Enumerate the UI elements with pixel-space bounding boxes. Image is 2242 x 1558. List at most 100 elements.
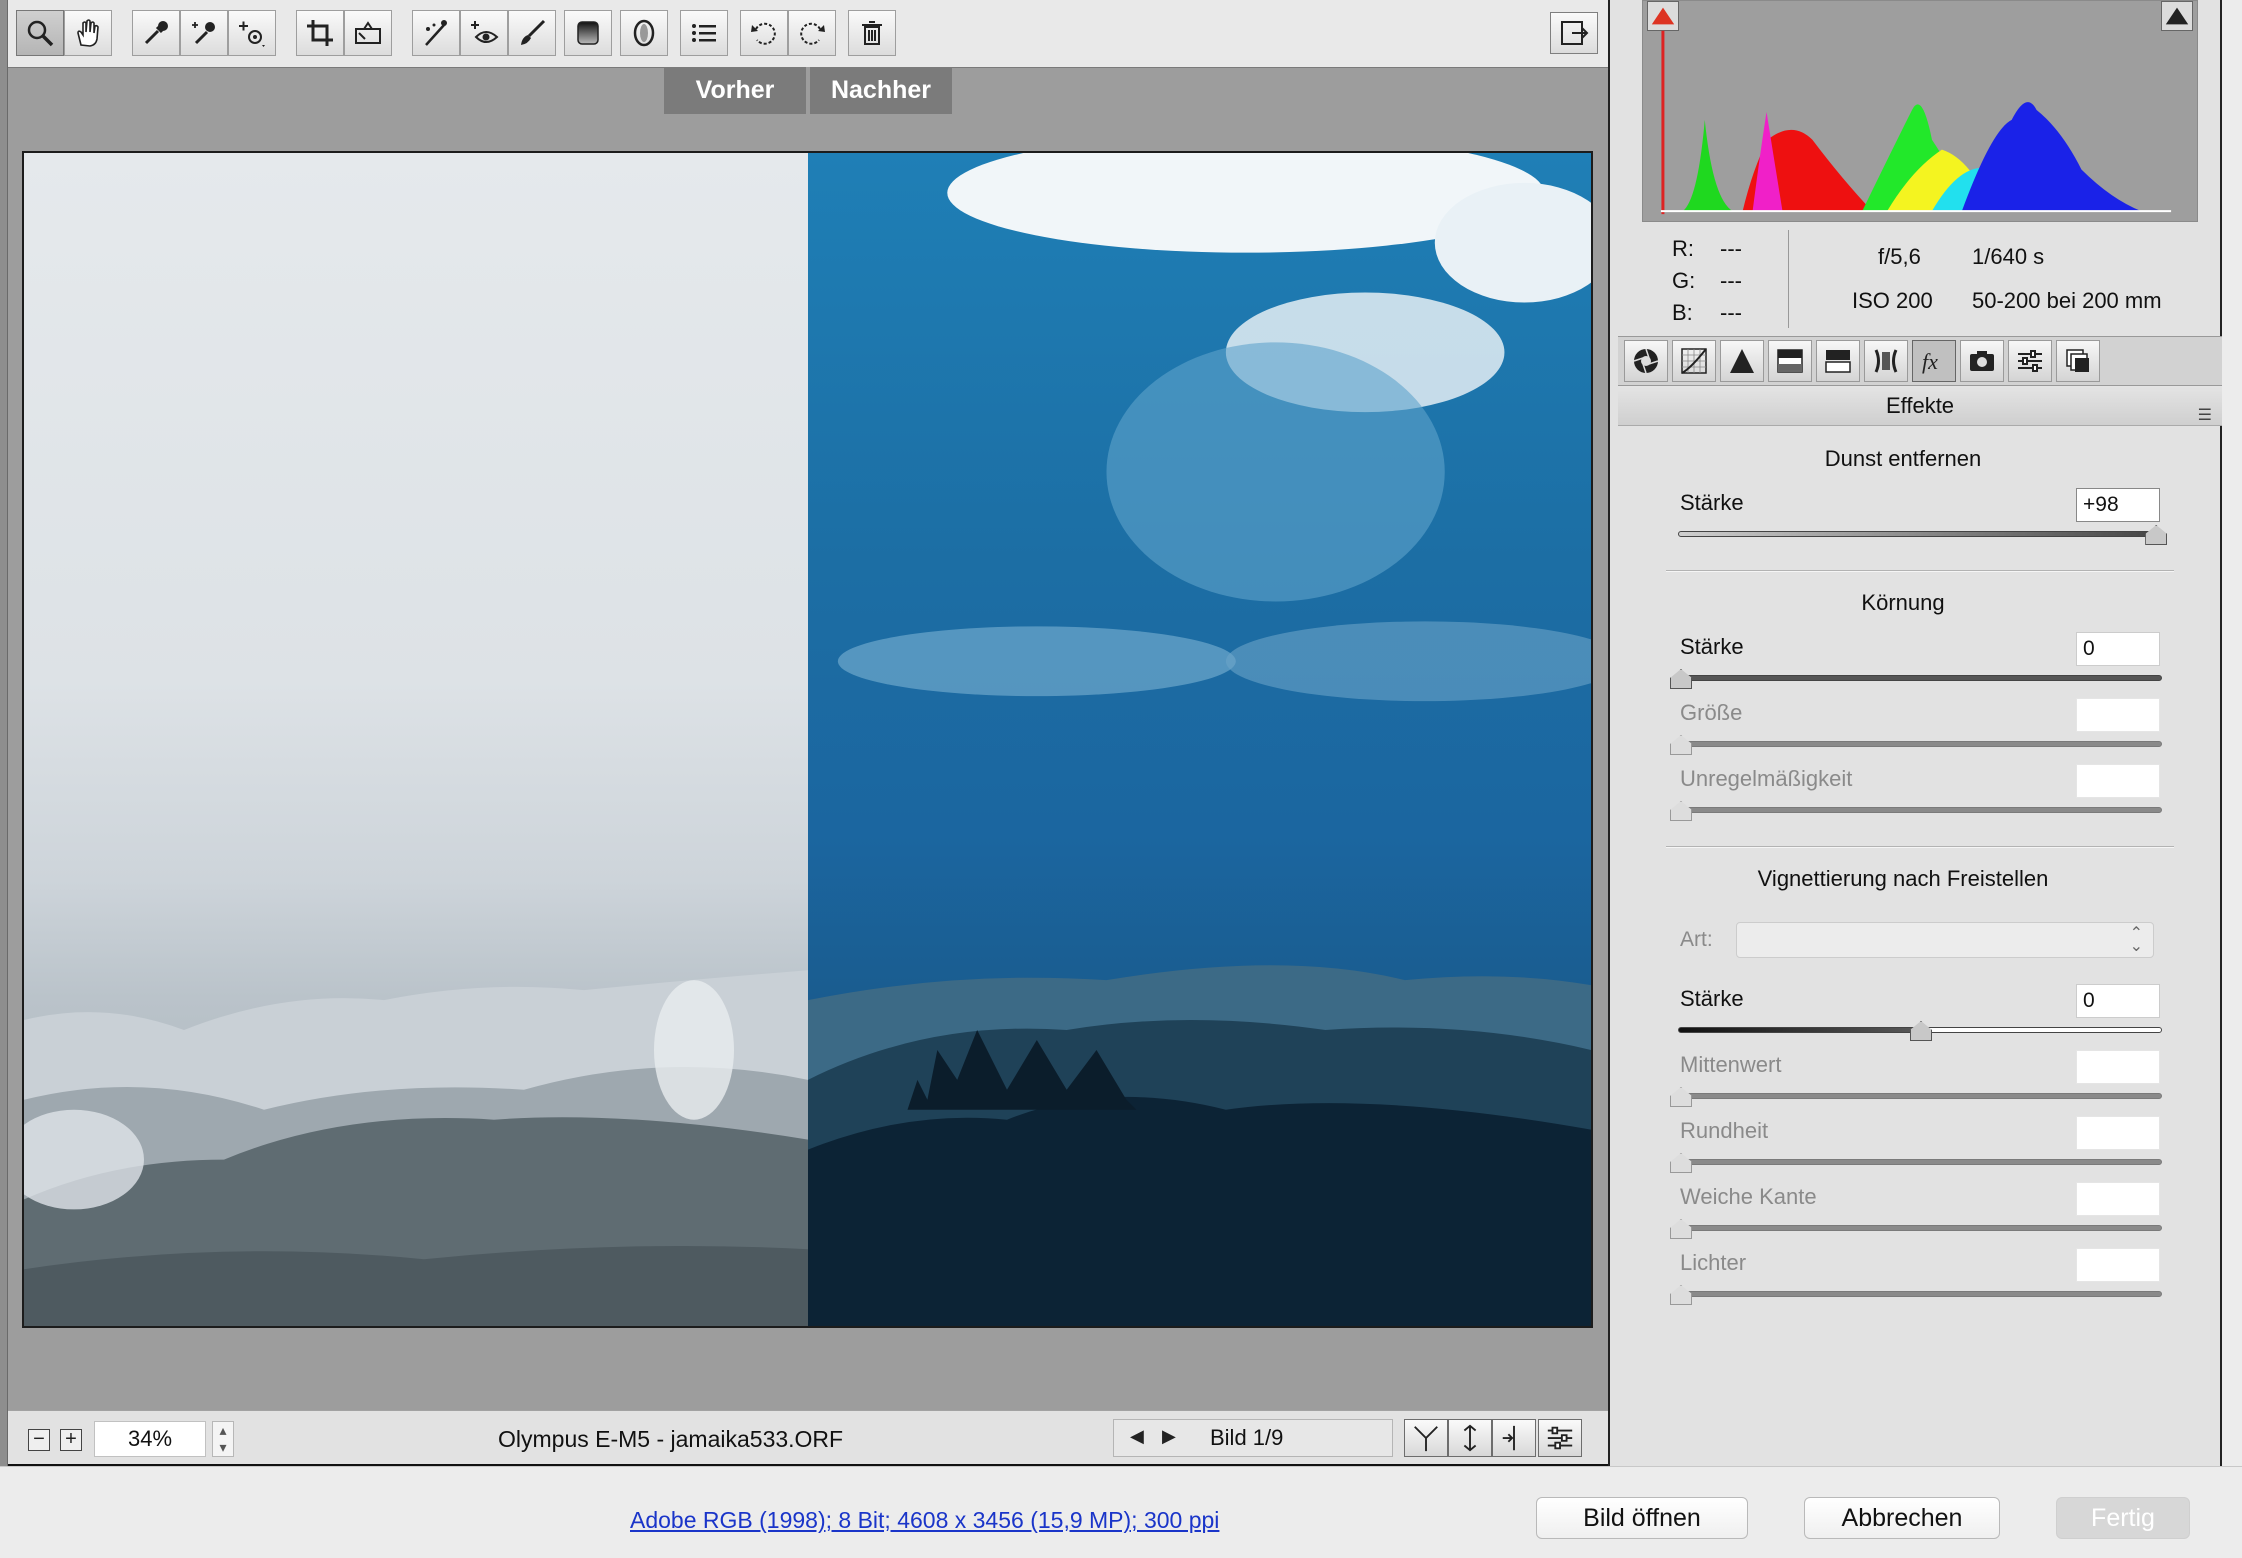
spot-removal-tool-button[interactable] [412,10,460,56]
svg-text:fx: fx [1922,349,1938,374]
list-icon [692,24,716,42]
red-eye-tool-button[interactable] [460,10,508,56]
grain-amount-field[interactable]: 0 [2076,632,2160,666]
before-after-labels: Vorher Nachher [664,67,952,114]
before-after-view-button[interactable] [1404,1419,1448,1457]
crop-tool-button[interactable] [296,10,344,56]
image-count: Bild 1/9 [1210,1425,1284,1450]
vignette-amount-field[interactable]: 0 [2076,984,2160,1018]
before-image [24,153,808,1326]
open-image-button[interactable]: Bild öffnen [1536,1497,1748,1539]
histogram [1642,0,2198,222]
tab-lens-corrections[interactable] [1864,340,1908,382]
tab-basic[interactable] [1624,340,1668,382]
vignette-highlights-thumb [1670,1285,1690,1303]
tab-presets[interactable] [2008,340,2052,382]
hand-icon [77,19,99,47]
adjustment-brush-tool-button[interactable] [508,10,556,56]
swap-settings-button[interactable] [1448,1419,1492,1457]
rotate-left-button[interactable] [740,10,788,56]
zoom-tool-button[interactable] [16,10,64,56]
section-divider [1666,846,2174,848]
target-adjustment-tool-button[interactable] [228,10,276,56]
crop-icon [307,20,333,46]
split-toning-icon [1825,350,1851,373]
sliders-icon [1547,1426,1573,1450]
copy-settings-icon [1502,1425,1515,1451]
presets-list-button[interactable] [680,10,728,56]
grain-size-thumb [1670,735,1690,753]
previous-image-icon[interactable]: ◀ [1130,1426,1144,1447]
radial-filter-icon [633,19,655,47]
radial-filter-tool-button[interactable] [620,10,668,56]
spot-removal-icon [425,20,447,46]
cancel-button[interactable]: Abbrechen [1804,1497,2000,1539]
vignette-midpoint-label: Mittenwert [1680,1052,1782,1077]
vignette-roundness-field [2076,1116,2160,1150]
tab-hsl[interactable] [1768,340,1812,382]
zoom-stepper[interactable]: ▴ ▾ [212,1421,234,1457]
hand-tool-button[interactable] [64,10,112,56]
workflow-options-link[interactable]: Adobe RGB (1998); 8 Bit; 4608 x 3456 (15… [630,1507,1219,1534]
tab-tone-curve[interactable] [1672,340,1716,382]
grain-size-label: Größe [1680,700,1743,725]
vignette-highlights-slider [1678,1291,2162,1297]
rotate-right-button[interactable] [788,10,836,56]
vignette-amount-thumb[interactable] [1910,1021,1930,1039]
graduated-filter-icon [577,21,599,45]
grain-amount-thumb[interactable] [1670,669,1690,687]
red-eye-icon [471,21,499,43]
iso: ISO 200 [1852,288,1933,313]
vignette-amount-label: Stärke [1680,986,1744,1011]
grain-amount-slider[interactable] [1678,675,2162,681]
dialog-footer: Adobe RGB (1998); 8 Bit; 4608 x 3456 (15… [0,1466,2242,1558]
eyedropper-icon [144,21,168,45]
zoom-level-field[interactable]: 34% [94,1421,206,1457]
view-split-icon [1414,1426,1438,1452]
panel-divider[interactable] [1608,0,1618,1466]
panel-menu-icon[interactable]: ☰ [2198,396,2212,436]
color-sampler-icon [192,22,215,45]
vignette-feather-label: Weiche Kante [1680,1184,1817,1209]
dehaze-amount-field[interactable]: +98 [2076,488,2160,522]
tab-snapshots[interactable] [2056,340,2100,382]
fullscreen-toggle-button[interactable] [1550,12,1598,54]
editing-area: Vorher Nachher − + 34% ▴ ▾ Olympus E-M5 … [0,0,1608,1466]
copy-settings-button[interactable] [1492,1419,1536,1457]
graduated-filter-tool-button[interactable] [564,10,612,56]
file-name: Olympus E-M5 - jamaika533.ORF [498,1426,844,1452]
vignette-midpoint-slider [1678,1093,2162,1099]
vignette-style-select: ⌃ ⌄ [1736,922,2154,958]
dehaze-amount-thumb[interactable] [2145,525,2165,543]
color-sampler-tool-button[interactable] [180,10,228,56]
zoom-in-button[interactable]: + [60,1429,82,1451]
tab-camera-calibration[interactable] [1960,340,2004,382]
straighten-tool-button[interactable] [344,10,392,56]
vignette-roundness-label: Rundheit [1680,1118,1769,1143]
grain-roughness-label: Unregelmäßigkeit [1680,766,1853,791]
next-image-icon[interactable]: ▶ [1162,1426,1176,1447]
vignette-feather-thumb [1670,1219,1690,1237]
section-divider [1666,570,2174,572]
after-label: Nachher [810,67,952,114]
white-balance-tool-button[interactable] [132,10,180,56]
delete-button[interactable] [848,10,896,56]
tab-effects[interactable]: fx [1912,340,1956,382]
brush-icon [521,19,546,45]
vignette-roundness-thumb [1670,1153,1690,1171]
dehaze-amount-slider[interactable] [1678,531,2162,537]
tab-detail[interactable] [1720,340,1764,382]
target-adjustment-icon [239,21,265,47]
image-preview[interactable] [22,151,1593,1328]
grain-amount-label: Stärke [1680,634,1744,659]
r-readout: R: --- [1672,236,1742,261]
info-divider [1788,230,1789,328]
zoom-out-button[interactable]: − [28,1429,50,1451]
g-readout: G: --- [1672,268,1742,293]
grain-roughness-slider [1678,807,2162,813]
info-readout: R: --- G: --- B: --- f/5,6 1/640 s ISO 200 … [1642,222,2198,334]
done-button[interactable]: Fertig [2056,1497,2190,1539]
rotate-left-icon [751,22,776,45]
tab-split-toning[interactable] [1816,340,1860,382]
toggle-settings-button[interactable] [1538,1419,1582,1457]
